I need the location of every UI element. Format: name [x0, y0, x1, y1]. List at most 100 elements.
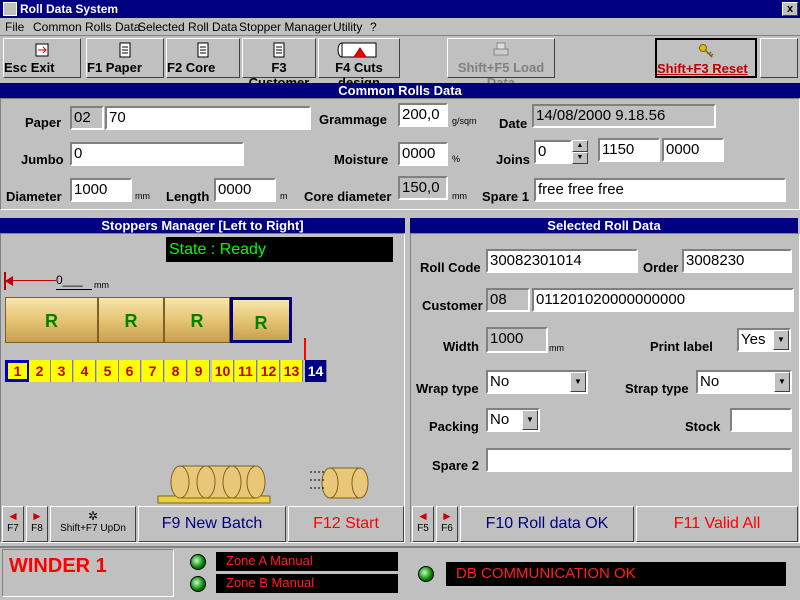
menu-bar: File Common Rolls Data Selected Roll Dat… [0, 18, 800, 36]
shift-f5-load-data-button[interactable]: Shift+F5 Load Data [447, 38, 555, 90]
common-rolls-header: Common Rolls Data [0, 83, 800, 98]
f10-roll-data-ok-button[interactable]: F10 Roll data OK [460, 506, 634, 542]
f9-new-batch-button[interactable]: F9 New Batch [138, 506, 286, 542]
moisture-field[interactable]: 0000 [398, 142, 448, 166]
menu-help[interactable]: ? [370, 20, 377, 34]
width-label: Width [443, 339, 479, 354]
spare1-field[interactable]: free free free [534, 178, 786, 202]
stopper-cell-2[interactable]: 2 [29, 360, 51, 382]
arrow-right-icon: ► [31, 509, 43, 523]
packing-select[interactable]: No ▼ [486, 408, 540, 432]
stock-label: Stock [685, 419, 721, 434]
strap-type-label: Strap type [625, 381, 689, 396]
f2-core-button[interactable]: F2 Core [166, 38, 240, 78]
f3-customer-button[interactable]: F3 Customer [242, 38, 316, 90]
stock-field[interactable] [730, 408, 792, 432]
shift-f3-reset-button[interactable]: Shift+F3 Reset [655, 38, 757, 78]
chevron-down-icon[interactable]: ▼ [570, 372, 586, 392]
joins-spin-down-icon[interactable]: ▼ [572, 152, 588, 164]
stopper-cell-14[interactable]: 14 [305, 360, 327, 382]
roll-4-selected[interactable]: R [230, 297, 292, 343]
offset-arrow-line [6, 280, 56, 281]
stopper-cell-3[interactable]: 3 [51, 360, 73, 382]
menu-stopper-manager[interactable]: Stopper Manager [239, 20, 332, 34]
joins-label: Joins [496, 152, 530, 167]
packing-label: Packing [429, 419, 479, 434]
f4-cuts-design-button[interactable]: F4 Cuts design [318, 38, 400, 90]
winder-label: WINDER 1 [2, 549, 174, 597]
stopper-cell-5[interactable]: 5 [97, 360, 119, 382]
printer-icon [493, 42, 509, 56]
diameter-field[interactable]: 1000 [70, 178, 132, 202]
stopper-cell-1[interactable]: 1 [5, 360, 30, 382]
diameter-unit: mm [135, 191, 150, 201]
f12-start-button[interactable]: F12 Start [288, 506, 404, 542]
toolbar-blank-button[interactable] [760, 38, 798, 78]
close-button[interactable]: x [782, 2, 798, 16]
stopper-cell-7[interactable]: 7 [142, 360, 164, 382]
menu-utility[interactable]: Utility [333, 20, 362, 34]
exit-icon [35, 43, 49, 57]
paper-field[interactable]: 70 [105, 106, 311, 130]
length-unit: m [280, 191, 288, 201]
cuts-design-icon [337, 42, 377, 58]
spare1-label: Spare 1 [482, 189, 529, 204]
roll-3[interactable]: R [164, 297, 230, 343]
order-field[interactable]: 3008230 [682, 249, 792, 273]
zone-a-status: Zone A Manual [216, 552, 398, 571]
joins-field-3[interactable]: 0000 [662, 138, 724, 162]
length-label: Length [166, 189, 210, 204]
joins-field-2[interactable]: 1150 [598, 138, 660, 162]
chevron-down-icon[interactable]: ▼ [774, 372, 790, 392]
title-bar: Roll Data System x [0, 0, 800, 18]
shift-f7-updn-button[interactable]: ✲ Shift+F7 UpDn [50, 506, 136, 542]
customer-label: Customer [422, 298, 483, 313]
offset-arrow-icon [5, 276, 13, 286]
roll-code-field[interactable]: 30082301014 [486, 249, 638, 273]
f7-button[interactable]: ◄ F7 [2, 506, 24, 542]
core-icon [197, 42, 209, 58]
stopper-cell-13[interactable]: 13 [281, 360, 303, 382]
f11-valid-all-button[interactable]: F11 Valid All [636, 506, 798, 542]
strap-type-select[interactable]: No ▼ [696, 370, 792, 394]
customer-field[interactable]: 011201020000000000 [532, 288, 794, 312]
print-label-select[interactable]: Yes ▼ [737, 328, 791, 352]
menu-file[interactable]: File [5, 20, 24, 34]
core-diameter-unit: mm [452, 191, 467, 201]
joins-field[interactable]: 0 [534, 140, 572, 164]
stopper-cell-12[interactable]: 12 [258, 360, 280, 382]
spare2-label: Spare 2 [432, 458, 479, 473]
f6-button[interactable]: ► F6 [436, 506, 458, 542]
app-icon [3, 2, 17, 16]
width-field: 1000 [486, 327, 548, 353]
stopper-cell-9[interactable]: 9 [188, 360, 210, 382]
zone-a-led-icon [190, 554, 206, 570]
stopper-cell-10[interactable]: 10 [212, 360, 234, 382]
menu-common-rolls-data[interactable]: Common Rolls Data [33, 20, 140, 34]
chevron-down-icon[interactable]: ▼ [773, 330, 789, 350]
spare2-field[interactable] [486, 448, 792, 472]
stopper-cell-4[interactable]: 4 [74, 360, 96, 382]
roll-2[interactable]: R [98, 297, 164, 343]
wrap-type-label: Wrap type [416, 381, 479, 396]
roll-1[interactable]: R [5, 297, 98, 343]
length-field[interactable]: 0000 [214, 178, 276, 202]
stopper-cell-11[interactable]: 11 [235, 360, 257, 382]
moisture-label: Moisture [334, 152, 389, 167]
stopper-cell-6[interactable]: 6 [119, 360, 141, 382]
chevron-down-icon[interactable]: ▼ [522, 410, 538, 430]
offset-field[interactable]: 0___ [56, 270, 92, 290]
stopper-cell-8[interactable]: 8 [165, 360, 187, 382]
roll-stack-illustration [157, 465, 369, 504]
grammage-field[interactable]: 200,0 [398, 103, 448, 127]
joins-spin-up-icon[interactable]: ▲ [572, 140, 588, 152]
menu-selected-roll-data[interactable]: Selected Roll Data [138, 20, 237, 34]
jumbo-field[interactable]: 0 [70, 142, 244, 166]
f1-paper-button[interactable]: F1 Paper [86, 38, 164, 78]
moisture-unit: % [452, 154, 461, 164]
f8-button[interactable]: ► F8 [26, 506, 48, 542]
esc-exit-button[interactable]: Esc Exit [3, 38, 81, 78]
wrap-type-select[interactable]: No ▼ [486, 370, 588, 394]
zone-b-led-icon [190, 576, 206, 592]
f5-button[interactable]: ◄ F5 [412, 506, 434, 542]
